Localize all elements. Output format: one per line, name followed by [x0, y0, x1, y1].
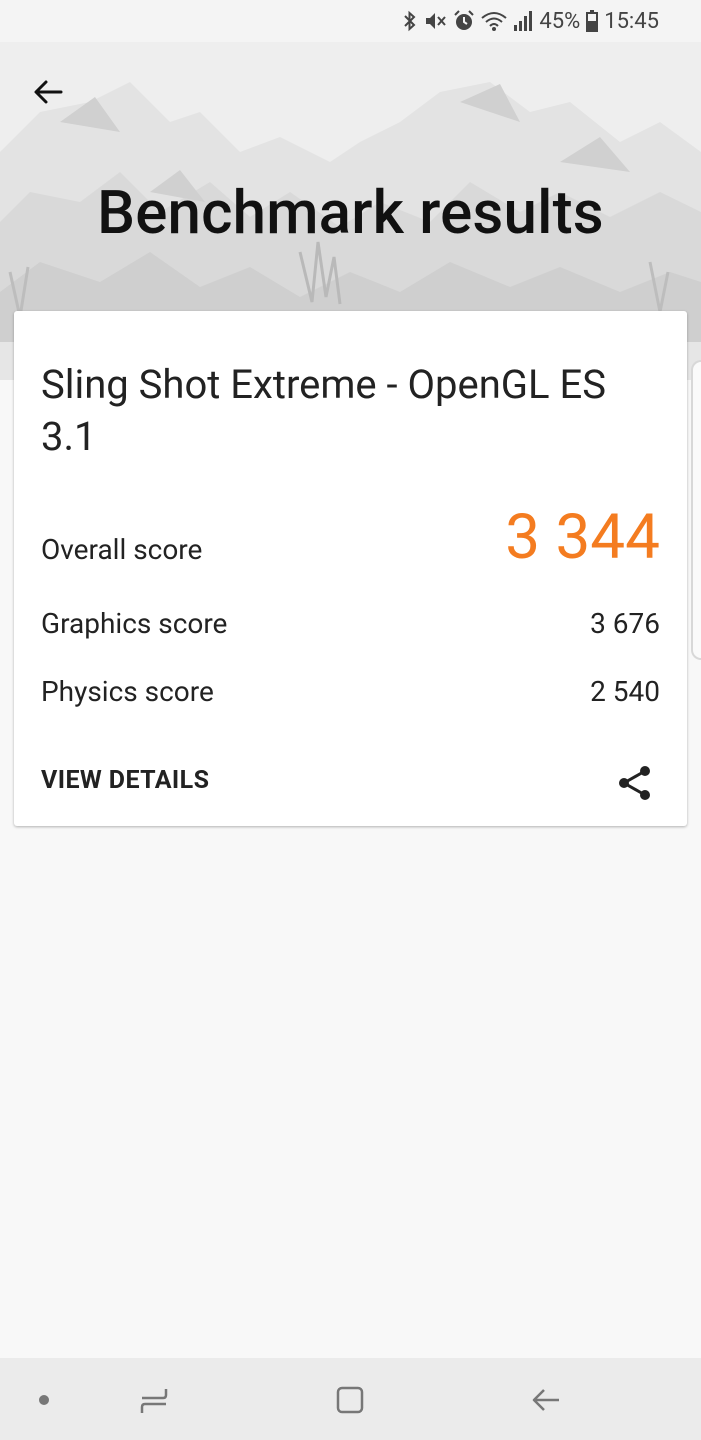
dot-button[interactable] [24, 1380, 64, 1420]
bluetooth-icon [403, 10, 417, 32]
home-icon [336, 1386, 364, 1414]
back-button[interactable] [26, 70, 70, 114]
arrow-left-icon [34, 80, 63, 104]
mute-icon [423, 10, 447, 32]
back-icon [532, 1389, 559, 1411]
navigation-bar [0, 1358, 701, 1440]
nav-back-button[interactable] [526, 1380, 566, 1420]
clock: 15:45 [604, 8, 659, 34]
view-details-button[interactable]: VIEW DETAILS [41, 766, 209, 795]
physics-score-value: 2 540 [590, 675, 660, 708]
signal-icon [513, 10, 533, 32]
battery-percent: 45% [539, 8, 581, 34]
overall-score-label: Overall score [41, 533, 203, 566]
overall-score-value: 3 344 [505, 501, 660, 574]
share-button[interactable] [615, 763, 655, 803]
recents-icon [140, 1389, 168, 1413]
dot-icon [39, 1395, 49, 1405]
battery-icon [586, 10, 599, 32]
graphics-score-value: 3 676 [590, 607, 660, 640]
page-title: Benchmark results [97, 177, 604, 248]
status-bar: 45% 15:45 [0, 0, 701, 42]
share-icon [619, 766, 650, 800]
graphics-score-label: Graphics score [41, 607, 228, 640]
status-icons: 45% 15:45 [403, 8, 659, 34]
test-name: Sling Shot Extreme - OpenGL ES 3.1 [41, 361, 606, 460]
edge-panel-handle[interactable] [691, 360, 701, 660]
result-card: Sling Shot Extreme - OpenGL ES 3.1 Overa… [14, 311, 687, 826]
alarm-icon [453, 10, 475, 32]
wifi-icon [481, 10, 507, 32]
physics-score-label: Physics score [41, 675, 214, 708]
home-button[interactable] [330, 1380, 370, 1420]
recents-button[interactable] [134, 1380, 174, 1420]
